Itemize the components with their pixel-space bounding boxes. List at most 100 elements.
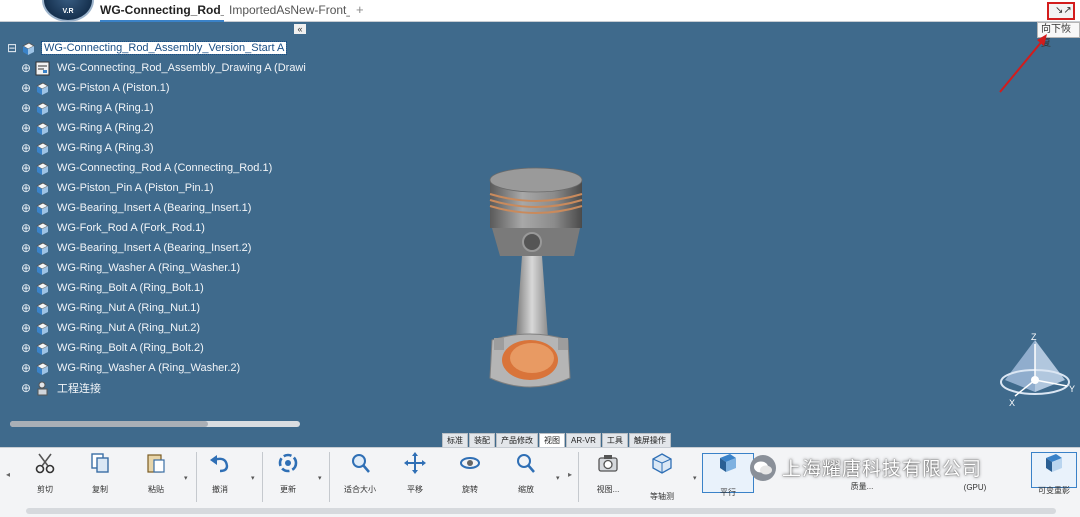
compass-navigator[interactable]: Z Y X: [995, 330, 1080, 410]
parallel-label: 平行: [720, 488, 736, 497]
expand-node-icon[interactable]: ⊕: [20, 62, 32, 74]
zoom-dropdown-icon[interactable]: ▾: [556, 474, 560, 482]
expand-node-icon[interactable]: ⊕: [20, 122, 32, 134]
tree-node[interactable]: ⊕ WG-Ring_Washer A (Ring_Washer.1): [0, 258, 306, 278]
ribbon-tab[interactable]: 触屏操作: [628, 433, 671, 447]
copy-label: 复制: [92, 485, 108, 494]
expand-node-icon[interactable]: ⊕: [20, 142, 32, 154]
separator: [196, 452, 197, 502]
drawing-icon: [35, 61, 50, 76]
paste-button[interactable]: 粘贴: [136, 452, 176, 495]
tree-node-label[interactable]: WG-Connecting_Rod_Assembly_Drawing A (Dr…: [57, 62, 306, 74]
ribbon-tab[interactable]: 工具: [601, 433, 628, 447]
parallel-tool[interactable]: 平行: [708, 452, 748, 498]
part-icon: [35, 361, 50, 376]
tree-node-label[interactable]: WG-Ring A (Ring.2): [57, 122, 154, 134]
expand-node-icon[interactable]: ⊕: [20, 182, 32, 194]
expand-node-icon[interactable]: ⊕: [20, 82, 32, 94]
tree-node[interactable]: ⊕ WG-Fork_Rod A (Fork_Rod.1): [0, 218, 306, 238]
cut-button[interactable]: 剪切: [25, 452, 65, 495]
tree-node-label[interactable]: WG-Ring A (Ring.3): [57, 142, 154, 154]
tree-node[interactable]: ⊕ WG-Ring_Nut A (Ring_Nut.1): [0, 298, 306, 318]
expand-node-icon[interactable]: ⊕: [20, 362, 32, 374]
tree-node-label[interactable]: WG-Ring_Nut A (Ring_Nut.1): [57, 302, 200, 314]
tree-node-label[interactable]: WG-Ring_Bolt A (Ring_Bolt.1): [57, 282, 204, 294]
tree-node-label[interactable]: WG-Bearing_Insert A (Bearing_Insert.1): [57, 202, 251, 214]
ribbon-tab[interactable]: 产品修改: [496, 433, 538, 447]
tree-node[interactable]: ⊕ WG-Ring A (Ring.1): [0, 98, 306, 118]
update-button[interactable]: 更新: [268, 452, 308, 495]
tree-node-label[interactable]: WG-Ring_Nut A (Ring_Nut.2): [57, 322, 200, 334]
tree-node-label[interactable]: WG-Bearing_Insert A (Bearing_Insert.2): [57, 242, 251, 254]
tree-node-label[interactable]: WG-Ring_Washer A (Ring_Washer.2): [57, 362, 240, 374]
ribbon-scroll-left[interactable]: ◂: [6, 470, 10, 479]
expand-node-icon[interactable]: ⊕: [20, 242, 32, 254]
tree-node-label[interactable]: WG-Fork_Rod A (Fork_Rod.1): [57, 222, 205, 234]
isometric-dropdown-icon[interactable]: ▾: [693, 474, 697, 482]
tree-node[interactable]: ⊕ 工程连接: [0, 378, 306, 398]
scrollbar-thumb[interactable]: [10, 421, 208, 427]
camera-icon: [598, 455, 618, 472]
rotate-label: 旋转: [462, 485, 478, 494]
tree-node[interactable]: ⊕ WG-Ring_Bolt A (Ring_Bolt.1): [0, 278, 306, 298]
isometric-button[interactable]: 等轴测: [642, 452, 682, 502]
ribbon-tab[interactable]: AR-VR: [566, 433, 601, 447]
tree-node[interactable]: ⊕ WG-Bearing_Insert A (Bearing_Insert.1): [0, 198, 306, 218]
zoom-button[interactable]: 缩放: [506, 452, 546, 495]
axis-x-label: X: [1009, 398, 1015, 408]
tree-node-label[interactable]: WG-Piston_Pin A (Piston_Pin.1): [57, 182, 214, 194]
expand-node-icon[interactable]: ⊕: [20, 102, 32, 114]
expand-node-icon[interactable]: ⊕: [20, 162, 32, 174]
tree-node[interactable]: ⊕ WG-Ring A (Ring.2): [0, 118, 306, 138]
tree-node[interactable]: ⊕ WG-Piston A (Piston.1): [0, 78, 306, 98]
tree-node-label[interactable]: WG-Ring_Bolt A (Ring_Bolt.2): [57, 342, 204, 354]
isometric-cube-icon: [652, 453, 672, 474]
ribbon-tab[interactable]: 标准: [442, 433, 468, 447]
collapse-node-icon[interactable]: ⊟: [6, 42, 18, 54]
undo-dropdown-icon[interactable]: ▾: [251, 474, 255, 482]
ribbon-scroll-right-inner[interactable]: ▸: [568, 470, 572, 479]
tree-node[interactable]: ⊕ WG-Piston_Pin A (Piston_Pin.1): [0, 178, 306, 198]
tree-node-label[interactable]: WG-Ring A (Ring.1): [57, 102, 154, 114]
quality-label: 质量...: [850, 482, 874, 491]
tree-node-root[interactable]: ⊟ WG-Connecting_Rod_Assembly_Version_Star…: [0, 38, 306, 58]
ribbon-tab[interactable]: 装配: [469, 433, 495, 447]
ribbon-scrollbar[interactable]: [26, 508, 1056, 514]
tree-node-label[interactable]: WG-Piston A (Piston.1): [57, 82, 169, 94]
specification-tree: ⊟ WG-Connecting_Rod_Assembly_Version_Star…: [0, 38, 306, 408]
expand-node-icon[interactable]: ⊕: [20, 222, 32, 234]
expand-node-icon[interactable]: ⊕: [20, 282, 32, 294]
fit-all-button[interactable]: 适合大小: [340, 452, 380, 495]
tree-node[interactable]: ⊕ WG-Ring_Washer A (Ring_Washer.2): [0, 358, 306, 378]
pan-button[interactable]: 平移: [395, 452, 435, 495]
visibility-tool[interactable]: 可变重影: [1034, 452, 1074, 496]
part-icon: [35, 141, 50, 156]
part-icon: [35, 121, 50, 136]
expand-node-icon[interactable]: ⊕: [20, 322, 32, 334]
expand-node-icon[interactable]: ⊕: [20, 262, 32, 274]
expand-node-icon[interactable]: ⊕: [20, 202, 32, 214]
undo-button[interactable]: 撤消: [200, 452, 240, 495]
tree-node-label[interactable]: WG-Connecting_Rod A (Connecting_Rod.1): [57, 162, 272, 174]
expand-node-icon[interactable]: ⊕: [20, 342, 32, 354]
view-button[interactable]: 视图...: [588, 452, 628, 495]
tree-node[interactable]: ⊕ WG-Connecting_Rod_Assembly_Drawing A (D…: [0, 58, 306, 78]
expand-node-icon[interactable]: ⊕: [20, 302, 32, 314]
tree-node[interactable]: ⊕ WG-Ring_Bolt A (Ring_Bolt.2): [0, 338, 306, 358]
update-dropdown-icon[interactable]: ▾: [318, 474, 322, 482]
tree-node-label[interactable]: WG-Ring_Washer A (Ring_Washer.1): [57, 262, 240, 274]
tree-node-label[interactable]: 工程连接: [57, 380, 101, 396]
paste-dropdown-icon[interactable]: ▾: [184, 474, 188, 482]
ribbon-tab[interactable]: 视图: [539, 433, 565, 447]
pan-label: 平移: [407, 485, 423, 494]
tree-node[interactable]: ⊕ WG-Ring A (Ring.3): [0, 138, 306, 158]
copy-button[interactable]: 复制: [80, 452, 120, 495]
tree-node[interactable]: ⊕ WG-Connecting_Rod A (Connecting_Rod.1): [0, 158, 306, 178]
rotate-button[interactable]: 旋转: [450, 452, 490, 495]
tree-node-label[interactable]: WG-Connecting_Rod_Assembly_Version_Start…: [40, 41, 288, 55]
expand-node-icon[interactable]: ⊕: [20, 382, 32, 394]
piston-connecting-rod-model[interactable]: [470, 160, 610, 400]
tree-node[interactable]: ⊕ WG-Ring_Nut A (Ring_Nut.2): [0, 318, 306, 338]
tree-node[interactable]: ⊕ WG-Bearing_Insert A (Bearing_Insert.2): [0, 238, 306, 258]
tree-horizontal-scrollbar[interactable]: [10, 421, 300, 427]
